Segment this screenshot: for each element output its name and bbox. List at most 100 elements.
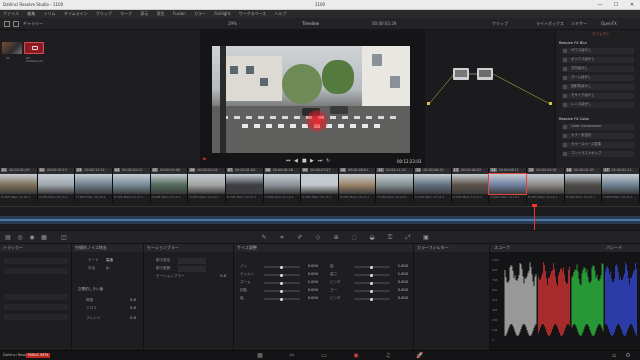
key-icon[interactable]: ⚿ xyxy=(386,234,394,242)
clip-thumbnail[interactable]: 16 00:00:01:03 H.265 Main 10 L5.1 xyxy=(564,168,603,202)
menu-fairlight[interactable]: Fairlight xyxy=(214,11,230,16)
menu-workspace[interactable]: ワークスペース xyxy=(239,11,266,16)
maximize-button[interactable]: ☐ xyxy=(608,0,624,10)
sizing-param-row[interactable]: 幅 1.000 xyxy=(330,264,410,270)
close-button[interactable]: ✕ xyxy=(624,0,640,10)
fx-item[interactable]: カラースペース変換 xyxy=(562,142,634,148)
slider-knob[interactable] xyxy=(280,297,283,301)
clip-thumbnail[interactable]: 17 00:00:02:14 H.265 Main 10 L5.1 xyxy=(602,168,640,202)
ripple-icon[interactable]: ⚑ xyxy=(202,158,206,163)
magic-mask-icon[interactable]: ◌ xyxy=(350,234,358,242)
menu-clip[interactable]: クリップ xyxy=(96,11,112,16)
param-slider[interactable] xyxy=(264,265,300,269)
sizing-param-row[interactable]: 幅 0.000 xyxy=(240,296,320,302)
qualifier-icon[interactable]: ✐ xyxy=(296,234,304,242)
sizing-param-row[interactable]: パン 0.000 xyxy=(240,264,320,270)
tracker-field[interactable] xyxy=(4,268,68,274)
clip-thumbnail[interactable]: 12 00:00:06:20 H.265 Main 10 L5.1 xyxy=(414,168,452,202)
clip-thumbnail[interactable]: 10 00:00:08:01 H.265 Main 10 L5.1 xyxy=(338,168,377,202)
mixer-button[interactable]: ミキサー xyxy=(571,22,587,26)
param-value[interactable]: 高速 xyxy=(106,258,140,263)
param-value[interactable]: 小 xyxy=(106,266,140,271)
node-02[interactable] xyxy=(477,68,493,80)
param-value[interactable]: 0.000 xyxy=(302,264,318,269)
edit-page-icon[interactable]: ▭ xyxy=(320,352,328,360)
sizing-param-row[interactable]: 高さ 1.000 xyxy=(330,272,410,278)
color-page-icon[interactable]: ◉ xyxy=(352,352,360,360)
tracker-field[interactable] xyxy=(4,314,68,320)
slider-knob[interactable] xyxy=(280,273,283,277)
tracker-field[interactable] xyxy=(4,304,68,310)
param-row[interactable]: 半径 小 xyxy=(76,266,142,272)
fx-item[interactable]: モザイクぼかし xyxy=(562,93,634,99)
warper-icon[interactable]: ⌗ xyxy=(278,234,286,242)
slider-knob[interactable] xyxy=(280,289,283,293)
clip-thumbnail[interactable]: 08 00:00:06:26 H.265 Main 10 L5.1 xyxy=(263,168,302,202)
cut-page-icon[interactable]: ✂ xyxy=(288,352,296,360)
gallery-still-2[interactable] xyxy=(24,42,44,54)
node-01[interactable] xyxy=(453,68,469,80)
slider-knob[interactable] xyxy=(370,297,373,301)
menu-trim[interactable]: トリム xyxy=(44,11,56,16)
param-value[interactable]: 1.000 xyxy=(392,264,408,269)
media-pool-icon[interactable] xyxy=(4,21,10,27)
tracker-field[interactable] xyxy=(4,258,68,264)
menu-playback[interactable]: 再生 xyxy=(157,11,165,16)
menu-file[interactable]: ファイル xyxy=(3,11,19,16)
param-row[interactable]: クロマ 0.0 xyxy=(78,306,138,312)
clip-thumbnail[interactable]: 03 00:00:12:14 H.265 Main 10 L5.1 xyxy=(75,168,113,202)
param-value[interactable]: 0.000 xyxy=(302,296,318,301)
param-slider[interactable] xyxy=(354,273,390,277)
sizing-icon[interactable]: ⤢ xyxy=(404,234,412,242)
menu-mark[interactable]: マーク xyxy=(120,11,132,16)
slider-knob[interactable] xyxy=(370,289,373,293)
3d-icon[interactable]: ▣ xyxy=(422,234,430,242)
param-slider[interactable] xyxy=(354,289,390,293)
param-slider[interactable] xyxy=(354,297,390,301)
param-value[interactable]: 1.000 xyxy=(302,280,318,285)
rgb-mixer-icon[interactable]: ▦ xyxy=(40,234,48,242)
tracker-icon[interactable]: ⊕ xyxy=(332,234,340,242)
fx-item[interactable]: ズームぼかし xyxy=(562,75,634,81)
param-value[interactable]: 0.000 xyxy=(392,296,408,301)
menu-color[interactable]: カラー xyxy=(194,11,206,16)
viewer-frame[interactable] xyxy=(212,46,410,153)
zoom-level[interactable]: 29% xyxy=(228,22,237,26)
openfx-button[interactable]: OpenFX xyxy=(601,22,617,26)
param-value[interactable]: 0.000 xyxy=(302,288,318,293)
curves-icon[interactable]: ✎ xyxy=(260,234,268,242)
param-value[interactable]: 0.000 xyxy=(302,272,318,277)
home-icon[interactable]: ⌂ xyxy=(610,352,618,360)
param-slider[interactable] xyxy=(264,273,300,277)
clip-thumbnail[interactable]: 02 00:00:05:13 H.265 Main 10 L5.1 xyxy=(37,168,76,202)
clip-thumbnail[interactable]: 14 00:00:06:11 H.265 Main 10 L5.1 xyxy=(488,168,528,202)
clip-thumbnail[interactable]: 13 00:00:06:03 H.265 Main 10 L5.1 xyxy=(451,168,490,202)
sizing-param-row[interactable]: ズーム 1.000 xyxy=(240,280,320,286)
sizing-param-row[interactable]: ティルト 0.000 xyxy=(240,272,320,278)
window-icon[interactable]: ◇ xyxy=(314,234,322,242)
minimize-button[interactable]: — xyxy=(592,0,608,10)
sizing-param-row[interactable]: ヨー 0.000 xyxy=(330,288,410,294)
timeline-name[interactable]: Timeline xyxy=(302,22,319,26)
param-row[interactable]: モード 高速 xyxy=(76,258,142,264)
fx-item[interactable]: ボックスぼかし xyxy=(562,57,634,63)
menu-edit[interactable]: 編集 xyxy=(27,11,35,16)
fx-item[interactable]: ガウスぼかし xyxy=(562,48,634,54)
param-row[interactable]: モーションブラー 0.0 xyxy=(148,274,230,280)
clip-thumbnail[interactable]: 11 00:00:11:24 H.265 Main 10 L5.1 xyxy=(376,168,415,202)
fx-item[interactable]: レンズぼかし xyxy=(562,102,634,108)
menu-timeline[interactable]: タイムライン xyxy=(64,11,88,16)
clip-thumbnail[interactable]: 05 00:00:09:06 H.265 Main 10 L5.1 xyxy=(150,168,189,202)
clip-mode-label[interactable]: クリップ xyxy=(492,22,508,26)
clip-thumbnail[interactable]: 07 00:00:01:04 H.265 Main 10 L5.1 xyxy=(225,168,264,202)
menu-fusion[interactable]: Fusion xyxy=(173,11,186,16)
next-button[interactable]: ⏭ xyxy=(318,159,323,164)
param-slider[interactable] xyxy=(354,265,390,269)
param-row[interactable]: ブレンド 0.0 xyxy=(78,316,138,322)
param-row[interactable]: 動き範囲 xyxy=(148,266,230,272)
camera-raw-icon[interactable]: ▤ xyxy=(4,234,12,242)
playhead[interactable] xyxy=(534,204,535,230)
gallery-icon[interactable] xyxy=(13,21,19,27)
media-page-icon[interactable]: ▦ xyxy=(256,352,264,360)
tracker-field[interactable] xyxy=(4,294,68,300)
